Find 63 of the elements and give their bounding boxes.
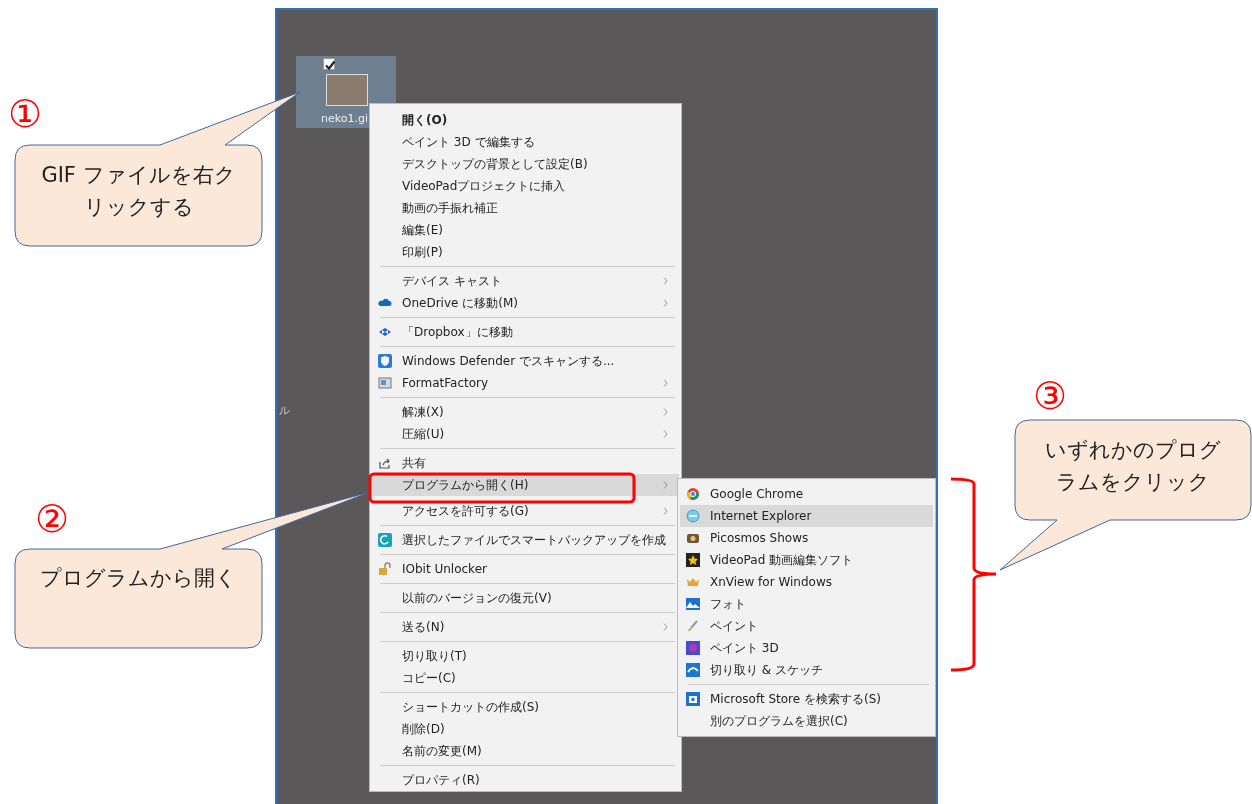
menu-item[interactable]: 開く(O) xyxy=(372,109,679,131)
padlock-icon xyxy=(378,562,392,576)
pen-stroke-icon xyxy=(686,663,700,677)
menu-item[interactable]: 解凍(X) xyxy=(372,401,679,423)
menu-item[interactable]: コピー(C) xyxy=(372,667,679,689)
share-icon xyxy=(378,456,392,470)
menu-item[interactable]: 「Dropbox」に移動 xyxy=(372,321,679,343)
callout-text: いずれかのプログラムをクリック xyxy=(1044,437,1222,496)
menu-item[interactable]: アクセスを許可する(G) xyxy=(372,500,679,522)
checkbox[interactable] xyxy=(323,58,335,70)
menu-item[interactable]: IObit Unlocker xyxy=(372,558,679,580)
diamond-icon xyxy=(378,325,392,339)
menu-item[interactable]: Google Chrome xyxy=(680,483,933,505)
app-tile-icon xyxy=(686,641,700,655)
menu-item[interactable]: OneDrive に移動(M) xyxy=(372,292,679,314)
shopping-bag-icon xyxy=(686,692,700,706)
step-number: ③ xyxy=(1033,377,1068,415)
menu-item[interactable]: FormatFactory xyxy=(372,372,679,394)
menu-item[interactable]: 圧縮(U) xyxy=(372,423,679,445)
menu-item[interactable]: VideoPadプロジェクトに挿入 xyxy=(372,175,679,197)
menu-item[interactable]: 以前のバージョンの復元(V) xyxy=(372,587,679,609)
brush-icon xyxy=(686,619,700,633)
text-fragment: ル xyxy=(279,403,290,419)
menu-item[interactable]: 切り取り(T) xyxy=(372,645,679,667)
menu-item[interactable]: VideoPad 動画編集ソフト xyxy=(680,549,933,571)
mountain-picture-icon xyxy=(686,597,700,611)
star-icon xyxy=(686,553,700,567)
menu-item[interactable]: ペイント 3D で編集する xyxy=(372,131,679,153)
menu-item[interactable]: ペイント xyxy=(680,615,933,637)
globe-icon xyxy=(686,509,700,523)
menu-item[interactable]: プログラムから開く(H) xyxy=(372,474,679,496)
menu-item[interactable]: Microsoft Store を検索する(S) xyxy=(680,688,933,710)
menu-item[interactable]: Internet Explorer xyxy=(680,505,933,527)
file-name: neko1.gi xyxy=(321,111,368,127)
menu-item[interactable]: ショートカットの作成(S) xyxy=(372,696,679,718)
menu-item[interactable]: 送る(N) xyxy=(372,616,679,638)
menu-item[interactable]: Picosmos Shows xyxy=(680,527,933,549)
callout-text: プログラムから開く xyxy=(39,565,238,592)
menu-item[interactable]: 共有 xyxy=(372,452,679,474)
menu-item[interactable]: XnView for Windows xyxy=(680,571,933,593)
menu-item[interactable]: 選択したファイルでスマートバックアップを作成 xyxy=(372,529,679,551)
menu-item[interactable]: 削除(D) xyxy=(372,718,679,740)
menu-item[interactable]: デバイス キャスト xyxy=(372,270,679,292)
menu-item[interactable]: ペイント 3D xyxy=(680,637,933,659)
callout-text: GIF ファイルを右クリックする xyxy=(40,162,237,221)
camera-icon xyxy=(686,531,700,545)
shield-icon xyxy=(378,354,392,368)
menu-item[interactable]: デスクトップの背景として設定(B) xyxy=(372,153,679,175)
step-number: ① xyxy=(8,95,43,133)
menu-item[interactable]: 印刷(P) xyxy=(372,241,679,263)
color-wheel-icon xyxy=(686,487,700,501)
window-icon xyxy=(378,376,392,390)
menu-item[interactable]: 名前の変更(M) xyxy=(372,740,679,762)
step-number: ② xyxy=(35,500,70,538)
menu-item[interactable]: プロパティ(R) xyxy=(372,769,679,791)
photo-placeholder xyxy=(326,74,368,106)
menu-item[interactable]: 別のプログラムを選択(C) xyxy=(680,710,933,732)
menu-item[interactable]: フォト xyxy=(680,593,933,615)
menu-item[interactable]: 切り取り & スケッチ xyxy=(680,659,933,681)
menu-item[interactable]: Windows Defender でスキャンする... xyxy=(372,350,679,372)
menu-item[interactable]: 動画の手振れ補正 xyxy=(372,197,679,219)
refresh-icon xyxy=(378,533,392,547)
menu-item[interactable]: 編集(E) xyxy=(372,219,679,241)
